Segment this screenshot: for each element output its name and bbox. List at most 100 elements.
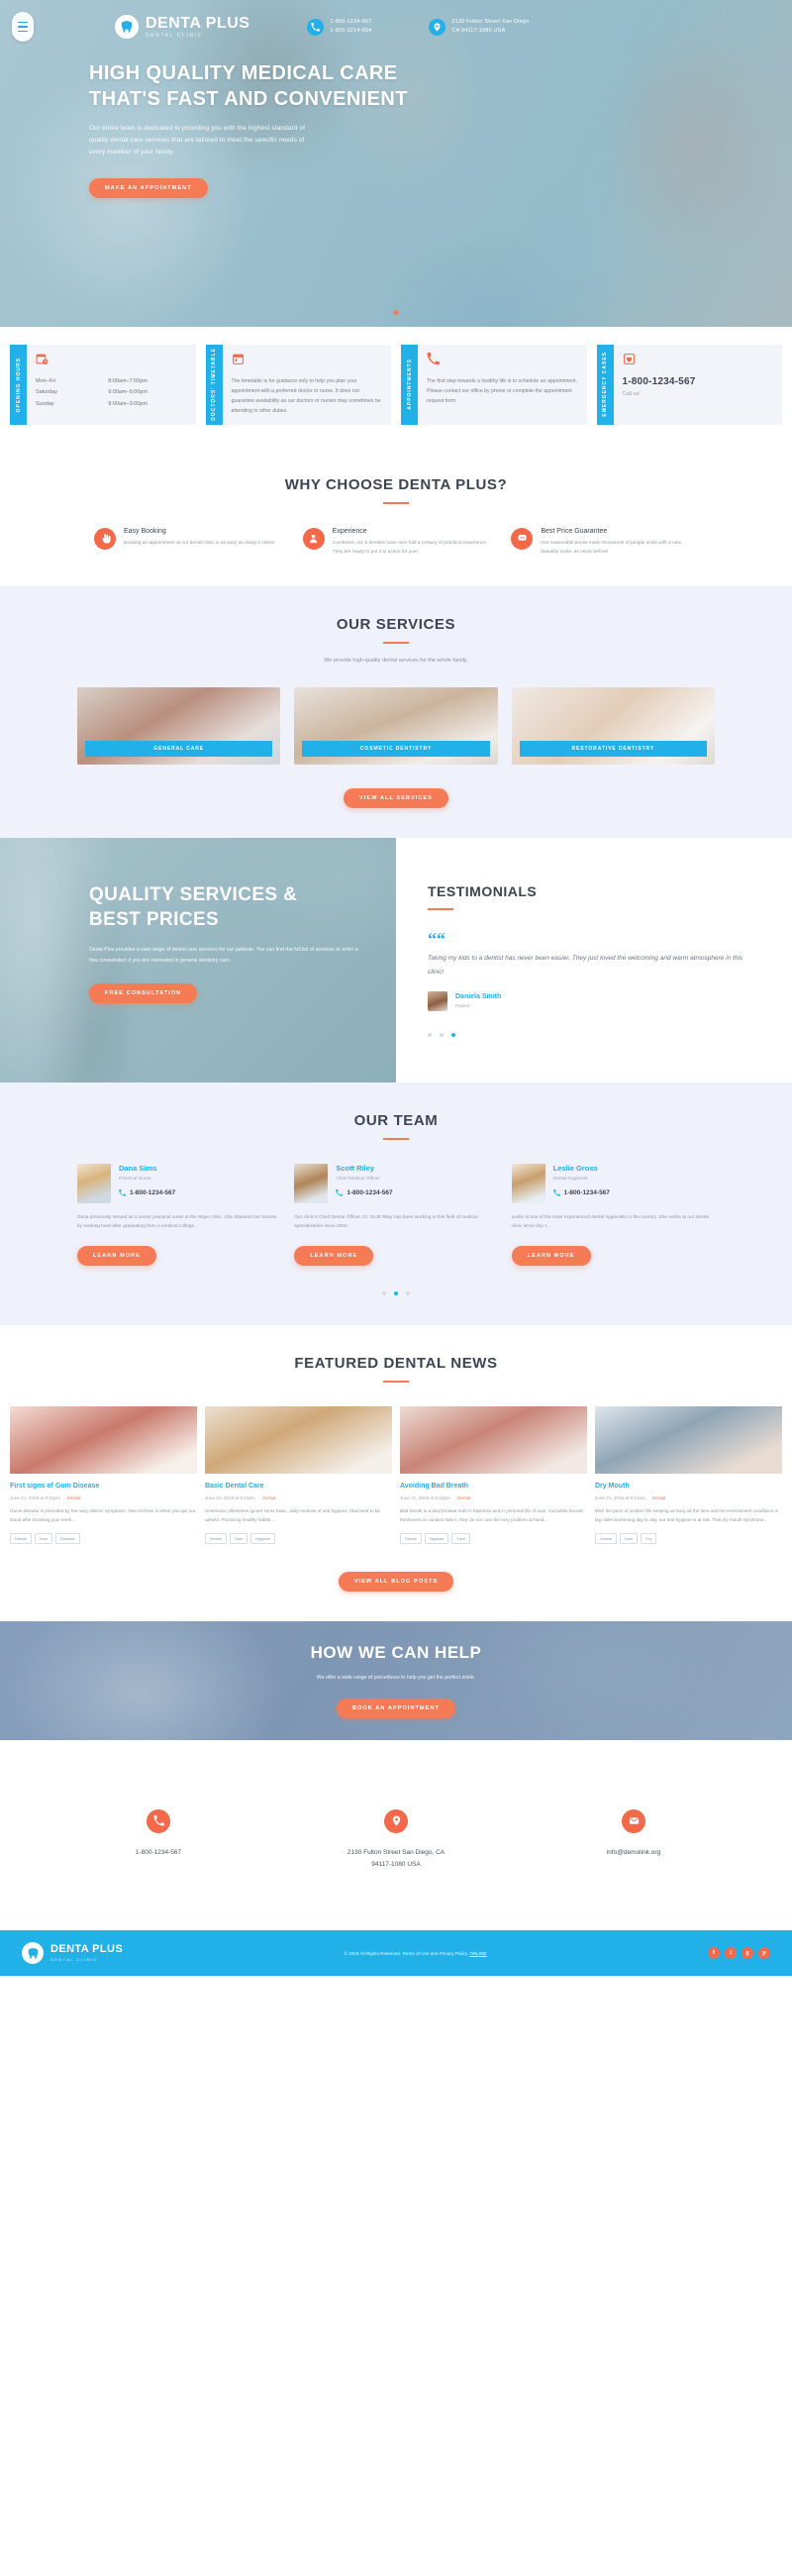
page-title: WHY CHOOSE DENTA PLUS? — [284, 475, 508, 493]
hours-day: Mon–Fri — [36, 378, 56, 384]
footer-brand[interactable]: DENTA PLUS DENTAL CLINIC — [22, 1942, 123, 1965]
header-phone-block[interactable]: 1-800-1234-567 1-800-3214-654 — [307, 18, 371, 36]
service-label[interactable]: COSMETIC DENTISTRY — [302, 741, 490, 758]
twitter-icon[interactable]: t — [725, 1947, 737, 1960]
post-tag[interactable]: Dry — [641, 1532, 657, 1544]
post-image[interactable] — [205, 1405, 392, 1474]
post-image[interactable] — [595, 1405, 782, 1474]
post-image[interactable] — [400, 1405, 587, 1474]
hero-appointment-button[interactable]: MAKE AN APPOINTMENT — [89, 178, 208, 199]
member-name[interactable]: Dana Sims — [119, 1164, 175, 1173]
post-image[interactable] — [10, 1405, 197, 1474]
post-tag[interactable]: Hygiene — [250, 1532, 275, 1544]
features-list: Easy Booking Booking an appointment at o… — [0, 527, 792, 558]
member-phone[interactable]: 1-800-1234-567 — [552, 1188, 610, 1196]
quality-title: QUALITY SERVICES & BEST PRICES — [89, 883, 366, 932]
news-title: FEATURED DENTAL NEWS — [294, 1354, 498, 1372]
post-tag[interactable]: Dental — [10, 1532, 32, 1544]
pagination-dot-active[interactable] — [394, 1290, 398, 1295]
facebook-icon[interactable]: f — [708, 1947, 720, 1960]
member-phone[interactable]: 1-800-1234-567 — [336, 1188, 393, 1196]
pagination-dot[interactable] — [428, 1032, 432, 1037]
brand-logo[interactable]: DENTA PLUS DENTAL CLINIC — [115, 15, 249, 39]
contacts-section: 1-800-1234-567 2130 Fulton Street San Di… — [0, 1739, 792, 1931]
post-meta: June 21, 2019 at 8:12pm Dental — [10, 1495, 197, 1500]
title-rule — [383, 1380, 409, 1383]
post-tag[interactable]: Dental — [400, 1532, 422, 1544]
header-phone-2: 1-800-3214-654 — [330, 28, 372, 34]
testimonial-pagination[interactable] — [428, 1032, 752, 1037]
mail-icon — [622, 1808, 645, 1833]
post-tag[interactable]: Care — [229, 1532, 248, 1544]
contact-email-text[interactable]: info@demolink.org — [515, 1847, 752, 1859]
learn-more-button[interactable]: LEARN MORE — [294, 1245, 374, 1266]
team-section: OUR TEAM Dana Sims Practical Nurse 1-800… — [0, 1082, 792, 1325]
pinterest-icon[interactable]: p — [758, 1947, 770, 1960]
member-name[interactable]: Leslie Gross — [553, 1164, 610, 1173]
pagination-dot[interactable] — [440, 1032, 444, 1037]
emergency-phone[interactable]: 1-800-1234-567 — [623, 376, 774, 387]
post-title[interactable]: Basic Dental Care — [205, 1483, 392, 1490]
post-title[interactable]: First signs of Gum Disease — [10, 1483, 197, 1490]
team-member: Scott Riley Chief Medical Officer 1-800-… — [294, 1163, 497, 1266]
testimonial-author-role: Patient — [455, 1003, 470, 1009]
post-title[interactable]: Dry Mouth — [595, 1483, 782, 1490]
user-badge-icon — [302, 527, 325, 550]
post-tag[interactable]: Hygiene — [424, 1532, 449, 1544]
news-section: FEATURED DENTAL NEWS First signs of Gum … — [0, 1325, 792, 1621]
post-tag[interactable]: Disease — [55, 1532, 80, 1544]
info-card-tab: EMERGENCY CASES — [596, 345, 614, 425]
pagination-dot-active[interactable] — [451, 1032, 455, 1037]
learn-more-button[interactable]: LEARN MORE — [77, 1245, 156, 1266]
service-label[interactable]: RESTORATIVE DENTISTRY — [519, 741, 707, 758]
member-name[interactable]: Scott Riley — [336, 1164, 392, 1173]
book-appointment-button[interactable]: BOOK AN APPOINTMENT — [336, 1698, 456, 1718]
pagination-dot[interactable] — [382, 1290, 386, 1295]
post-category[interactable]: Dental — [652, 1495, 665, 1500]
post-tag[interactable]: Dental — [595, 1532, 617, 1544]
info-card-doctors-timetable: DOCTORS' TIMETABLE The timetable is for … — [205, 345, 391, 425]
hours-time: 9:00am–5:00pm — [108, 389, 148, 396]
post-tag[interactable]: Dental — [205, 1532, 227, 1544]
learn-more-button[interactable]: LEARN MORE — [511, 1245, 591, 1266]
member-phone[interactable]: 1-800-1234-567 — [119, 1188, 175, 1196]
copyright-link[interactable]: ONLINE — [469, 1951, 486, 1956]
service-card[interactable]: GENERAL CARE — [77, 687, 281, 766]
post-title[interactable]: Avoiding Bad Breath — [400, 1483, 587, 1490]
view-all-posts-button[interactable]: VIEW ALL BLOG POSTS — [338, 1571, 454, 1592]
post-category[interactable]: Dental — [262, 1495, 275, 1500]
hero-title-line1: HIGH QUALITY MEDICAL CARE — [89, 62, 398, 84]
post-tag[interactable]: Care — [451, 1532, 470, 1544]
title-rule — [383, 501, 409, 504]
post-category[interactable]: Dental — [67, 1495, 80, 1500]
service-card[interactable]: RESTORATIVE DENTISTRY — [511, 687, 715, 766]
service-card[interactable]: COSMETIC DENTISTRY — [294, 687, 498, 766]
post-tags: Dental Hygiene Care — [400, 1532, 587, 1544]
header-address-block[interactable]: 2130 Fulton Street San Diego CA 94117-10… — [429, 18, 529, 36]
hero-title-line2: THAT'S FAST AND CONVENIENT — [89, 87, 408, 110]
post-tag[interactable]: Care — [619, 1532, 639, 1544]
contact-phone-text[interactable]: 1-800-1234-567 — [40, 1847, 277, 1859]
avatar — [428, 990, 447, 1011]
service-label[interactable]: GENERAL CARE — [85, 741, 273, 758]
testimonial-author-name: Daniela Smith — [455, 993, 502, 1001]
phone-icon — [427, 353, 578, 370]
team-pagination[interactable] — [0, 1290, 792, 1295]
site-header: DENTA PLUS DENTAL CLINIC 1-800-1234-567 … — [0, 0, 792, 46]
member-role: Practical Nurse — [119, 1176, 151, 1182]
member-bio: Our clinic's Chief Dental Officer, Dr. S… — [294, 1214, 478, 1230]
post-tag[interactable]: Gum — [34, 1532, 53, 1544]
google-plus-icon[interactable]: g — [742, 1947, 753, 1960]
post-category[interactable]: Dental — [457, 1495, 470, 1500]
copyright-text: © 2019 All Rights Reserved. Terms of Use… — [344, 1950, 470, 1956]
hero-slider-dot[interactable] — [393, 310, 399, 315]
view-all-services-button[interactable]: VIEW ALL SERVICES — [344, 788, 448, 809]
header-phone-1: 1-800-1234-567 — [330, 18, 372, 25]
services-section: OUR SERVICES We provide high-quality den… — [0, 586, 792, 839]
post-meta: June 21, 2019 at 8:12pm Dental — [205, 1495, 392, 1500]
hamburger-icon[interactable] — [12, 12, 34, 42]
quality-title-line1: QUALITY SERVICES & — [89, 884, 298, 906]
pagination-dot[interactable] — [406, 1290, 410, 1295]
free-consultation-button[interactable]: FREE CONSULTATION — [89, 983, 198, 1004]
hero-paragraph: Our entire team is dedicated to providin… — [89, 125, 306, 156]
